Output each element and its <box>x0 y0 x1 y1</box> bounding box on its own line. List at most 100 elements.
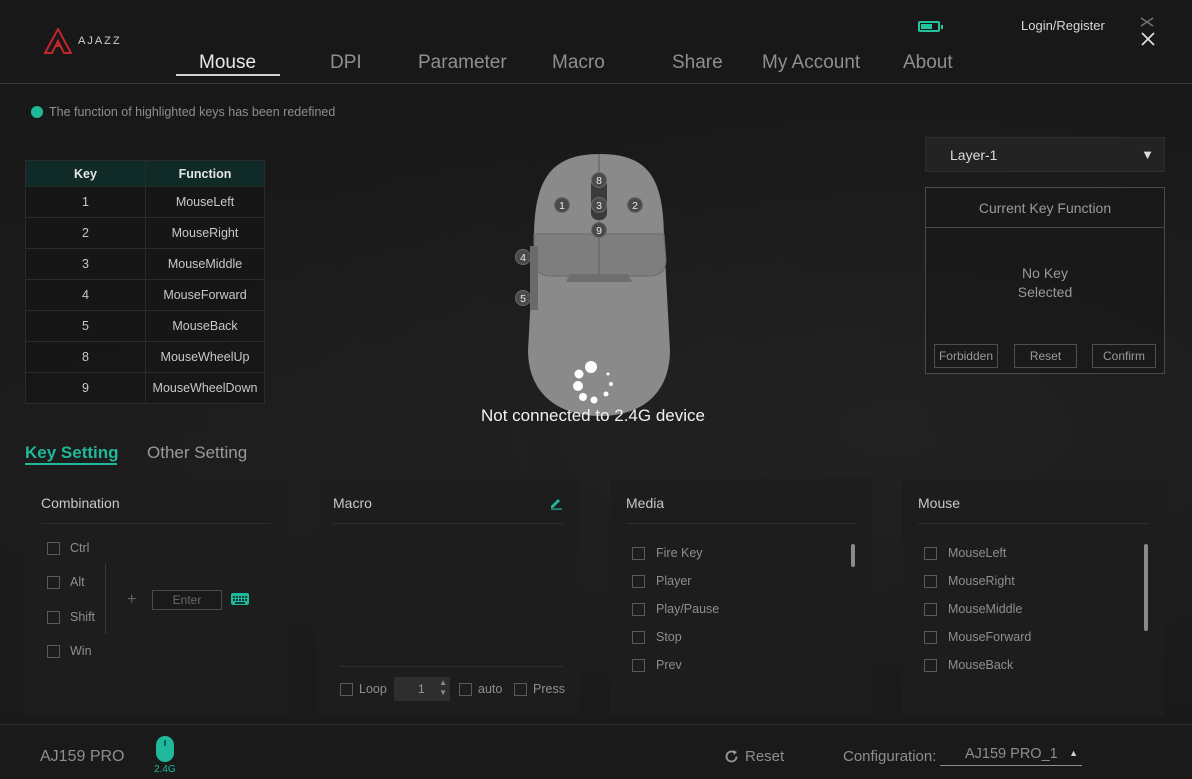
media-title: Media <box>626 495 665 511</box>
table-row[interactable]: 5 MouseBack <box>25 310 265 342</box>
tab-macro[interactable]: Macro <box>552 52 605 74</box>
tab-dpi[interactable]: DPI <box>330 52 362 74</box>
loop-count-stepper[interactable]: 1 ▲ ▼ <box>394 677 450 701</box>
key-cell: 1 <box>25 186 146 218</box>
mouse-list-scrollbar[interactable] <box>1144 544 1148 631</box>
mouse-func-checkbox[interactable] <box>924 602 937 616</box>
win-checkbox[interactable] <box>47 644 60 658</box>
mouse-key-2-badge[interactable]: 2 <box>627 197 643 213</box>
mouse-key-1-badge[interactable]: 1 <box>554 197 570 213</box>
tab-mouse[interactable]: Mouse <box>199 52 256 74</box>
tab-key-setting[interactable]: Key Setting <box>25 443 119 463</box>
mouse-func-checkbox[interactable] <box>924 546 937 560</box>
layer-value: Layer-1 <box>950 146 998 163</box>
mouse-key-3-badge[interactable]: 3 <box>591 197 607 213</box>
list-item[interactable]: MouseRight <box>924 574 1015 588</box>
alt-label: Alt <box>70 575 85 589</box>
function-cell: MouseLeft <box>145 186 265 218</box>
list-item[interactable]: MouseLeft <box>924 546 1006 560</box>
mouse-key-9-badge[interactable]: 9 <box>591 222 607 238</box>
media-checkbox[interactable] <box>632 630 645 644</box>
no-key-line2: Selected <box>1017 284 1073 300</box>
alt-option[interactable]: Alt <box>47 575 85 589</box>
function-cell: MouseWheelDown <box>145 372 265 404</box>
loop-checkbox[interactable] <box>340 682 353 696</box>
mouse-key-4-badge[interactable]: 4 <box>515 249 531 265</box>
layer-dropdown[interactable]: Layer-1 ▼ <box>925 137 1165 172</box>
table-row[interactable]: 4 MouseForward <box>25 279 265 311</box>
media-scrollbar[interactable] <box>851 544 855 567</box>
ctrl-checkbox[interactable] <box>47 541 60 555</box>
press-option[interactable]: Press <box>514 682 565 696</box>
tab-share[interactable]: Share <box>672 52 723 74</box>
media-checkbox[interactable] <box>632 602 645 616</box>
table-row[interactable]: 8 MouseWheelUp <box>25 341 265 373</box>
press-checkbox[interactable] <box>514 682 527 696</box>
shift-checkbox[interactable] <box>47 610 60 624</box>
highlight-dot-icon <box>31 106 43 118</box>
connection-type-label: 2.4G <box>154 764 176 775</box>
list-item[interactable]: Stop <box>632 630 682 644</box>
mouse-func-checkbox[interactable] <box>924 630 937 644</box>
list-item[interactable]: MouseMiddle <box>924 602 1022 616</box>
mouse-func-checkbox[interactable] <box>924 574 937 588</box>
auto-option[interactable]: auto <box>459 682 502 696</box>
tab-other-setting[interactable]: Other Setting <box>147 443 247 463</box>
tab-my-account[interactable]: My Account <box>762 52 860 74</box>
win-option[interactable]: Win <box>47 644 92 658</box>
media-item-label: Play/Pause <box>656 602 720 616</box>
media-checkbox[interactable] <box>632 658 645 672</box>
stepper-arrows-icon[interactable]: ▲ ▼ <box>439 678 447 698</box>
list-item[interactable]: Fire Key <box>632 546 703 560</box>
reset-button[interactable]: Reset <box>724 748 784 765</box>
mouse-func-checkbox[interactable] <box>924 658 937 672</box>
media-checkbox[interactable] <box>632 574 645 588</box>
tab-parameter[interactable]: Parameter <box>418 52 507 74</box>
configuration-dropdown[interactable]: AJ159 PRO_1 ▲ <box>940 746 1082 766</box>
macro-panel: Macro Loop 1 ▲ ▼ auto Press <box>317 479 579 715</box>
configuration-label: Configuration: <box>843 748 937 765</box>
list-item[interactable]: Prev <box>632 658 682 672</box>
function-cell: MouseMiddle <box>145 248 265 280</box>
loop-option[interactable]: Loop <box>340 682 387 696</box>
minimize-icon[interactable] <box>1139 16 1157 30</box>
confirm-button[interactable]: Confirm <box>1092 344 1156 368</box>
current-key-title: Current Key Function <box>926 188 1164 228</box>
edit-pencil-icon[interactable] <box>549 496 563 510</box>
keyboard-icon[interactable] <box>231 593 249 605</box>
list-item[interactable]: Play/Pause <box>632 602 719 616</box>
table-row[interactable]: 2 MouseRight <box>25 217 265 249</box>
list-item[interactable]: MouseBack <box>924 658 1013 672</box>
device-mouse-icon[interactable] <box>156 736 174 762</box>
media-item-label: Fire Key <box>656 546 703 560</box>
reset-key-button[interactable]: Reset <box>1014 344 1077 368</box>
function-cell: MouseForward <box>145 279 265 311</box>
panel-divider <box>333 523 563 524</box>
active-tab-indicator <box>176 74 280 76</box>
close-icon[interactable] <box>1139 30 1157 48</box>
list-item[interactable]: MouseForward <box>924 630 1031 644</box>
configuration-value: AJ159 PRO_1 <box>965 746 1058 762</box>
panel-divider <box>918 523 1148 524</box>
shift-option[interactable]: Shift <box>47 610 95 624</box>
forbidden-button[interactable]: Forbidden <box>934 344 998 368</box>
table-row[interactable]: 9 MouseWheelDown <box>25 372 265 404</box>
current-key-function-panel: Current Key Function No Key Selected For… <box>925 187 1165 374</box>
login-register-link[interactable]: Login/Register <box>1021 18 1105 33</box>
media-item-label: Stop <box>656 630 682 644</box>
key-cell: 2 <box>25 217 146 249</box>
list-item[interactable]: Player <box>632 574 691 588</box>
tab-about[interactable]: About <box>903 52 953 74</box>
press-label: Press <box>533 682 565 696</box>
mouse-key-5-badge[interactable]: 5 <box>515 290 531 306</box>
table-row[interactable]: 1 MouseLeft <box>25 186 265 218</box>
panel-divider <box>41 523 271 524</box>
auto-checkbox[interactable] <box>459 682 472 696</box>
mouse-key-8-badge[interactable]: 8 <box>591 172 607 188</box>
alt-checkbox[interactable] <box>47 575 60 589</box>
key-enter-input[interactable]: Enter <box>152 590 222 610</box>
ctrl-option[interactable]: Ctrl <box>47 541 89 555</box>
reset-icon <box>725 750 738 763</box>
media-checkbox[interactable] <box>632 546 645 560</box>
table-row[interactable]: 3 MouseMiddle <box>25 248 265 280</box>
